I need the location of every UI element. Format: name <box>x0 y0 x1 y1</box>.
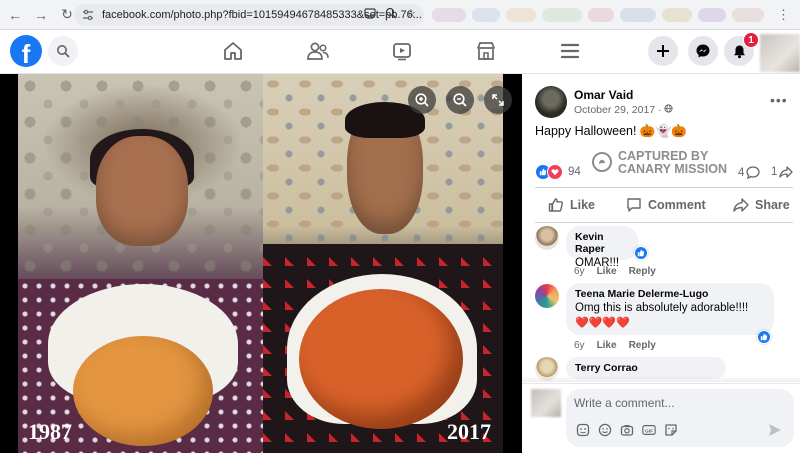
like-label: Like <box>570 198 596 212</box>
comment-reply-button[interactable]: Reply <box>629 266 656 277</box>
comment-icon <box>627 198 641 212</box>
comment-label: Comment <box>648 198 706 212</box>
send-icon[interactable] <box>768 423 782 442</box>
svg-text:GIF: GIF <box>645 428 653 434</box>
photo-year-right: 2017 <box>447 419 491 444</box>
zoom-in-icon[interactable] <box>408 86 436 114</box>
commenter-name[interactable]: Kevin Raper <box>575 231 629 255</box>
facebook-header: f <box>0 30 800 74</box>
comment-count-icon <box>746 166 761 179</box>
commenter-avatar[interactable] <box>535 226 559 250</box>
photo-2017-half: 2017 <box>263 74 503 453</box>
love-reaction-icon <box>547 164 563 180</box>
canary-mission-watermark: CAPTURED BY CANARY MISSION <box>592 150 742 178</box>
comment-text: Omg this is absolutely adorable!!!! <box>575 302 749 314</box>
like-button[interactable]: Like <box>548 196 595 214</box>
create-icon[interactable] <box>648 36 678 66</box>
zoom-icon[interactable] <box>385 7 397 22</box>
comment-button[interactable]: Comment <box>626 196 706 214</box>
author-avatar[interactable] <box>535 86 567 118</box>
photo-year-left: 1987 <box>28 419 72 444</box>
reaction-icons[interactable] <box>535 164 563 180</box>
post-date[interactable]: October 29, 2017 · <box>574 104 674 116</box>
camera-icon[interactable] <box>620 423 634 437</box>
post-date-text: October 29, 2017 · <box>574 104 662 116</box>
forward-icon[interactable]: → <box>30 4 52 26</box>
comment-meta: 6y Like Reply <box>574 340 656 351</box>
share-button[interactable]: Share <box>733 196 790 214</box>
sticker-icon[interactable] <box>664 423 678 437</box>
browser-menu-icon[interactable]: ⋮ <box>777 7 790 23</box>
share-icon <box>733 198 749 212</box>
address-bar[interactable]: facebook.com/photo.php?fbid=101594946784… <box>74 4 424 26</box>
menu-icon[interactable] <box>550 36 590 66</box>
comment-count-value: 4 <box>738 166 745 179</box>
comment-age: 6y <box>574 340 585 351</box>
marketplace-icon[interactable] <box>466 36 506 66</box>
comment-bubble: Teena Marie Delerme-Lugo Omg this is abs… <box>566 283 774 335</box>
scroll-fade <box>522 376 800 382</box>
like-icon <box>548 198 563 212</box>
zoom-out-icon[interactable] <box>446 86 474 114</box>
photo-1987-half: 1987 <box>18 74 263 453</box>
post-text: Happy Halloween! 🎃👻🎃 <box>535 124 687 138</box>
share-count-value: 1 <box>771 166 778 178</box>
current-user-avatar <box>531 389 561 417</box>
account-avatar[interactable] <box>760 34 800 72</box>
comment-like-button[interactable]: Like <box>597 266 617 277</box>
comment-count[interactable]: 4 <box>738 166 761 179</box>
comment-like-reaction-icon[interactable] <box>757 330 771 344</box>
commenter-name[interactable]: Terry Corrao <box>575 362 717 374</box>
comment-age: 6y <box>574 266 585 277</box>
commenter-name[interactable]: Teena Marie Delerme-Lugo <box>575 288 765 300</box>
gif-icon[interactable]: GIF <box>642 423 656 437</box>
divider <box>522 383 800 384</box>
more-options-icon[interactable]: ••• <box>770 92 788 108</box>
cast-icon[interactable] <box>364 7 376 22</box>
emoji-icon[interactable] <box>598 423 612 437</box>
comment-emoji: ❤️❤️❤️❤️ <box>575 317 630 329</box>
watermark-text: CAPTURED BY CANARY MISSION <box>618 149 728 176</box>
share-count-icon <box>779 166 794 178</box>
comment-like-reaction-icon[interactable] <box>634 246 648 260</box>
friends-icon[interactable] <box>298 36 338 66</box>
commenter-avatar[interactable] <box>535 284 559 308</box>
search-icon[interactable] <box>48 36 78 66</box>
avatar-sticker-icon[interactable] <box>576 423 590 437</box>
divider <box>535 222 793 223</box>
comment-bubble: Kevin Raper OMAR!!! <box>566 226 638 269</box>
messenger-icon[interactable] <box>688 36 718 66</box>
globe-icon <box>664 104 674 116</box>
fullscreen-icon[interactable] <box>484 86 512 114</box>
canary-mission-logo-icon <box>592 152 612 172</box>
comment-like-button[interactable]: Like <box>597 340 617 351</box>
notification-count-badge: 1 <box>743 32 759 48</box>
composer-tools: GIF <box>576 423 678 437</box>
home-icon[interactable] <box>213 36 253 66</box>
share-label: Share <box>755 198 790 212</box>
comment-input-placeholder[interactable]: Write a comment... <box>574 396 674 410</box>
author-name[interactable]: Omar Vaid <box>574 88 633 102</box>
comment-reply-button[interactable]: Reply <box>629 340 656 351</box>
divider <box>535 187 793 188</box>
site-info-icon[interactable] <box>82 8 96 22</box>
facebook-logo-icon[interactable]: f <box>10 35 42 67</box>
bookmark-star-icon[interactable]: ☆ <box>406 7 416 22</box>
watch-icon[interactable] <box>382 36 422 66</box>
reaction-count[interactable]: 94 <box>568 166 581 178</box>
comment-meta: 6y Like Reply <box>574 266 656 277</box>
back-icon[interactable]: ← <box>4 4 26 26</box>
share-count[interactable]: 1 <box>771 166 794 178</box>
extensions-area <box>432 4 772 26</box>
browser-toolbar: ← → ↻ facebook.com/photo.php?fbid=101594… <box>0 0 800 30</box>
